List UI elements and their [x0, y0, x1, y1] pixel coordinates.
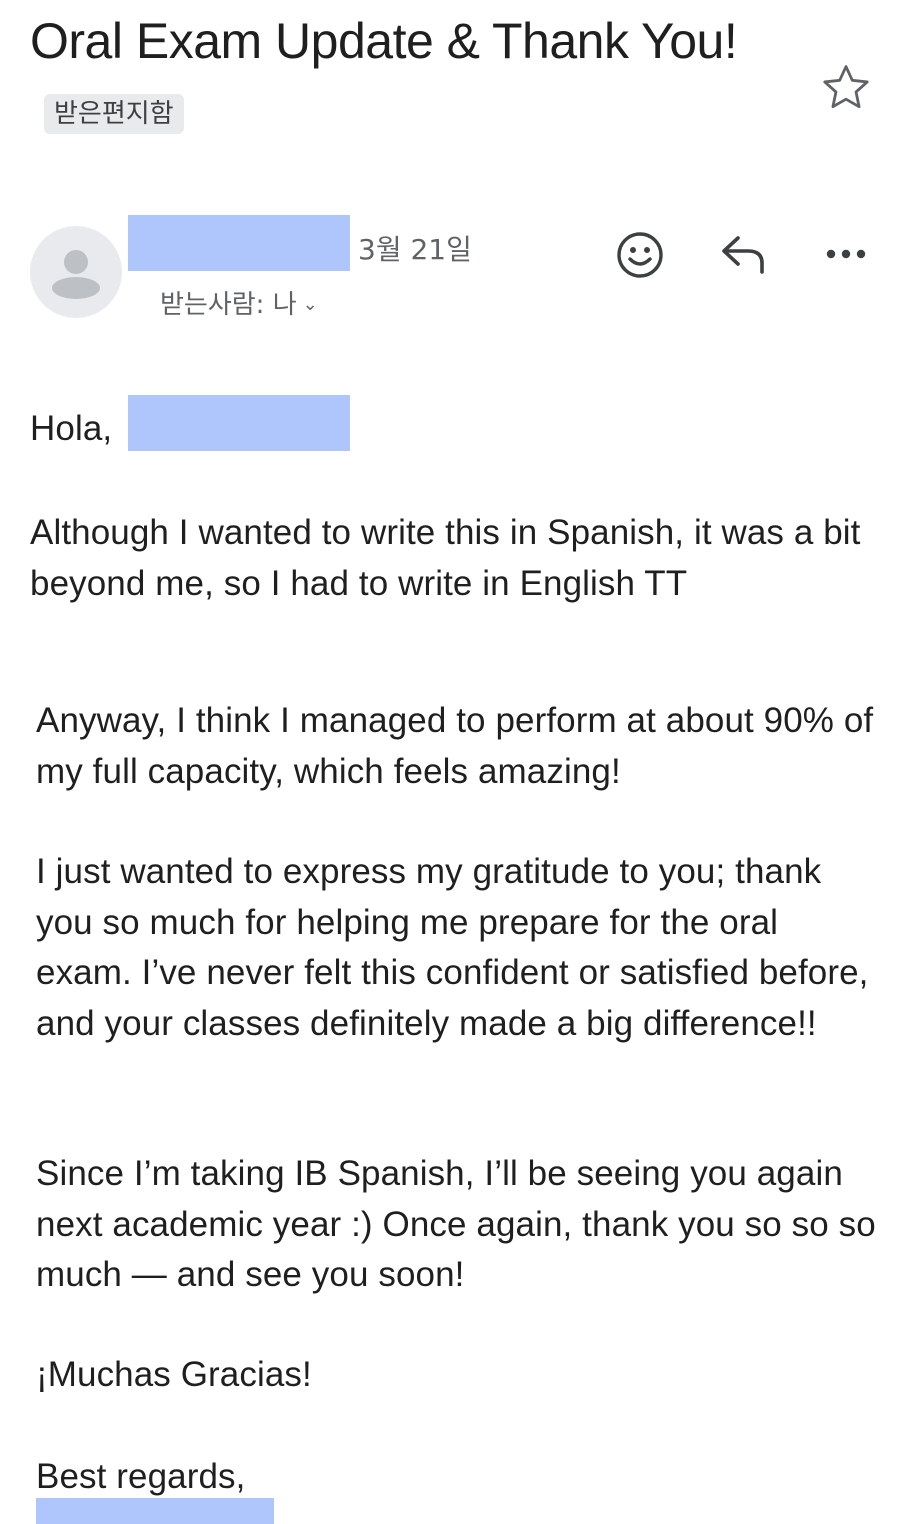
paragraph-1: Although I wanted to write this in Spani…	[30, 513, 861, 603]
email-date: 3월 21일	[358, 233, 472, 266]
chevron-down-icon: ⌄	[302, 294, 318, 315]
emoji-icon[interactable]	[614, 229, 666, 281]
more-options-icon[interactable]	[824, 244, 868, 264]
signature-name-redacted	[36, 1498, 274, 1524]
recipient-name-redacted	[128, 395, 350, 451]
paragraph-5: ¡Muchas Gracias!	[36, 1355, 312, 1394]
subject-text: Oral Exam Update & Thank You!	[30, 13, 738, 69]
sender-name-redacted	[128, 215, 350, 271]
signoff: Best regards,	[36, 1457, 246, 1496]
recipient-text: 받는사람: 나	[160, 290, 297, 320]
star-icon[interactable]	[818, 60, 874, 116]
email-subject: Oral Exam Update & Thank You! 받은편지함	[30, 4, 790, 152]
inbox-label-chip[interactable]: 받은편지함	[44, 94, 184, 134]
paragraph-4: Since I’m taking IB Spanish, I’ll be see…	[36, 1154, 876, 1294]
paragraph-3: I just wanted to express my gratitude to…	[36, 852, 869, 1043]
recipient-line[interactable]: 받는사람: 나 ⌄	[160, 284, 318, 321]
paragraph-2: Anyway, I think I managed to perform at …	[36, 701, 874, 791]
sender-avatar[interactable]	[30, 226, 122, 318]
avatar-person-icon	[52, 250, 100, 299]
greeting: Hola,	[30, 409, 113, 448]
reply-icon[interactable]	[718, 232, 768, 276]
